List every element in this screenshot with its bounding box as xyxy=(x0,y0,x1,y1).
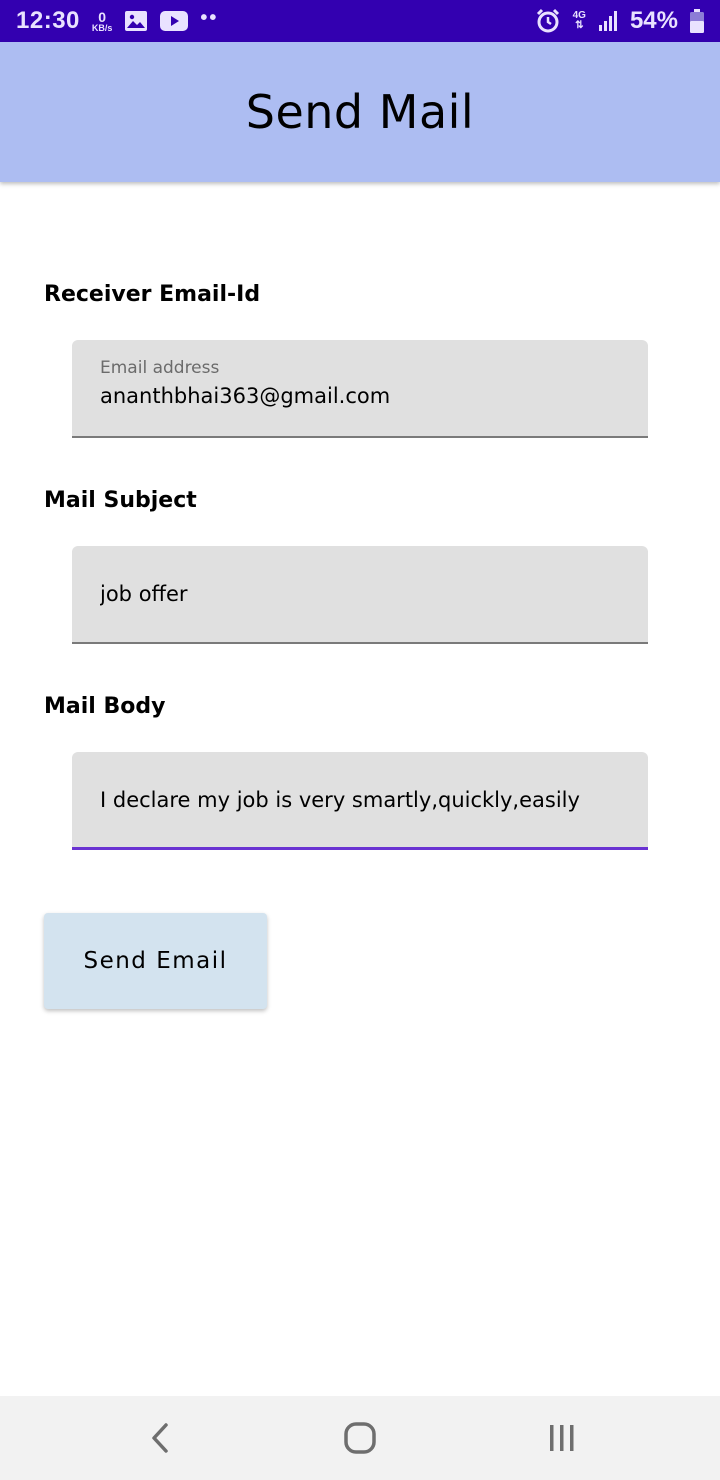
recents-button[interactable] xyxy=(540,1416,584,1460)
youtube-icon xyxy=(160,11,189,31)
page-title: Send Mail xyxy=(245,85,475,139)
network-type: 4G ⇅ xyxy=(573,11,586,31)
network-speed: 0 KB/s xyxy=(92,10,113,33)
image-icon xyxy=(124,10,148,32)
mail-subject-field[interactable] xyxy=(72,546,648,644)
receiver-email-label: Receiver Email-Id xyxy=(44,282,261,307)
home-button[interactable] xyxy=(338,1416,382,1460)
mail-body-label: Mail Body xyxy=(44,694,166,719)
mail-subject-label: Mail Subject xyxy=(44,488,197,513)
status-time: 12:30 xyxy=(16,7,80,34)
data-arrows-icon: ⇅ xyxy=(575,20,584,31)
mail-body-input[interactable] xyxy=(100,788,620,812)
receiver-email-field[interactable]: Email address xyxy=(72,340,648,438)
signal-icon xyxy=(598,10,618,32)
status-left: 12:30 0 KB/s •• xyxy=(16,7,218,35)
send-email-button[interactable]: Send Email xyxy=(44,913,267,1009)
home-icon xyxy=(344,1422,376,1454)
mail-subject-input[interactable] xyxy=(100,582,620,606)
back-icon xyxy=(152,1423,168,1453)
status-bar: 12:30 0 KB/s •• 4G ⇅ 54% xyxy=(0,0,720,42)
network-speed-unit: KB/s xyxy=(91,22,113,33)
recents-icon xyxy=(550,1425,574,1451)
back-button[interactable] xyxy=(138,1416,182,1460)
status-more-dots: •• xyxy=(200,6,219,29)
receiver-email-floating-label: Email address xyxy=(100,358,220,378)
battery-icon xyxy=(690,9,704,33)
navigation-bar xyxy=(0,1396,720,1480)
network-speed-value: 0 xyxy=(98,8,107,25)
receiver-email-input[interactable] xyxy=(100,384,620,408)
alarm-icon xyxy=(535,8,561,34)
status-right: 4G ⇅ 54% xyxy=(535,7,704,35)
mail-body-field[interactable] xyxy=(72,752,648,850)
app-bar: Send Mail xyxy=(0,42,720,182)
battery-percent: 54% xyxy=(629,7,678,34)
